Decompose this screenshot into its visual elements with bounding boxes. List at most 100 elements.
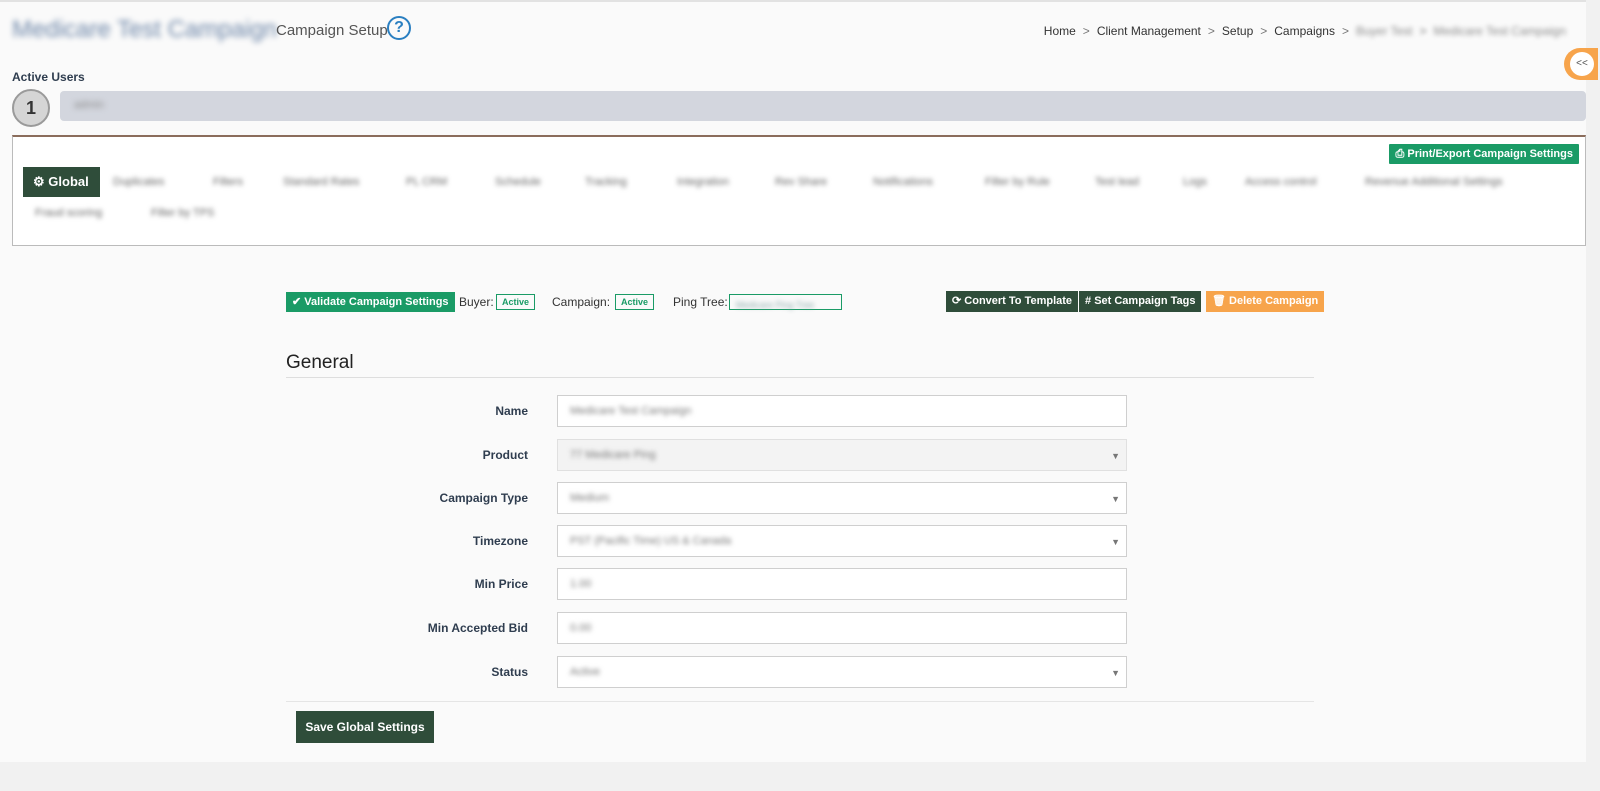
tab-filters[interactable]: Filters [213,167,243,197]
print-icon: ⎙ [1395,148,1405,160]
breadcrumb-home[interactable]: Home [1044,24,1076,38]
delete-campaign-button[interactable]: 🗑 Delete Campaign [1206,291,1325,312]
product-value: 77 Medicare Ping [570,449,656,461]
tab-label: Tracking [585,176,627,188]
status-value: Active [570,666,600,678]
trash-icon: 🗑 [1212,295,1226,307]
chevron-down-icon: ▼ [1111,451,1120,461]
check-icon: ✔ [292,296,302,308]
campaign-type-select[interactable]: Medium ▼ [557,482,1127,514]
tab-label: Revenue Additional Settings [1365,176,1503,188]
ping-tree-value: Medicare Ping Tree [736,300,815,310]
min-accepted-bid-label: Min Accepted Bid [427,621,528,635]
tab-logs[interactable]: Logs [1183,167,1207,197]
campaign-title: Medicare Test Campaign [12,16,278,43]
active-user-name: admin [74,99,104,111]
name-input[interactable]: Medicare Test Campaign [557,395,1127,427]
tab-label: Standard Rates [283,176,360,188]
status-select[interactable]: Active ▼ [557,656,1127,688]
breadcrumb-setup[interactable]: Setup [1222,24,1253,38]
set-campaign-tags-button[interactable]: # Set Campaign Tags [1079,291,1202,312]
min-accepted-bid-value: 0.00 [570,622,592,634]
tab-label: Filters [213,176,243,188]
convert-to-template-button[interactable]: ⟳ Convert To Template [946,291,1079,312]
campaign-tabs-panel: ⎙ Print/Export Campaign Settings ⚙ Globa… [12,135,1586,246]
breadcrumb-campaigns[interactable]: Campaigns [1274,24,1335,38]
collapse-icon: << [1570,52,1594,76]
tab-label: Schedule [495,176,541,188]
validate-campaign-button[interactable]: ✔ Validate Campaign Settings [286,292,455,312]
name-value: Medicare Test Campaign [570,405,692,417]
tab-label: Logs [1183,176,1207,188]
tab-label: Notifications [873,176,933,188]
tab-label: Fraud scoring [35,207,103,219]
campaign-status-badge: Active [615,294,655,310]
tab-integration[interactable]: Integration [677,167,729,197]
delete-label: Delete Campaign [1229,295,1319,307]
chevron-down-icon: ▼ [1111,537,1120,547]
timezone-select[interactable]: PST (Pacific Time) US & Canada ▼ [557,525,1127,557]
section-title-general: General [286,352,354,373]
status-label: Status [491,665,528,679]
campaign-type-label: Campaign Type [439,491,528,505]
min-price-value: 1.00 [570,578,592,590]
breadcrumb-buyer[interactable]: Buyer Test [1356,24,1412,38]
tab-standard-rates[interactable]: Standard Rates [283,167,359,197]
tab-access-control[interactable]: Access control [1245,167,1317,197]
active-users-count: 1 [12,89,50,127]
breadcrumb-separator: > [1419,24,1427,38]
tab-global-label: Global [48,174,89,189]
tab-label: Filter by TPS [151,207,215,219]
tab-tracking[interactable]: Tracking [585,167,627,197]
page: Medicare Test Campaign Campaign Setup ? … [0,0,1586,791]
campaign-type-value: Medium [570,492,610,504]
product-select: 77 Medicare Ping ▼ [557,439,1127,471]
timezone-value: PST (Pacific Time) US & Canada [570,535,732,547]
breadcrumb-separator: > [1082,24,1090,38]
ping-tree-badge[interactable]: Medicare Ping Tree [729,294,842,310]
breadcrumb-separator: > [1260,24,1268,38]
tab-global[interactable]: ⚙ Global [23,167,100,197]
product-label: Product [482,448,528,462]
min-price-label: Min Price [474,577,528,591]
breadcrumb-campaign: Medicare Test Campaign [1433,24,1566,38]
gears-icon: ⚙ [33,174,45,189]
buyer-label: Buyer: [459,295,494,309]
tab-label: Access control [1245,176,1317,188]
save-global-settings-button[interactable]: Save Global Settings [296,711,434,743]
section-divider [286,377,1314,378]
tab-filter-by-rule[interactable]: Filter by Rule [985,167,1050,197]
question-circle-icon[interactable]: ? [387,16,411,40]
breadcrumb-separator: > [1207,24,1215,38]
tab-filter-by-tps[interactable]: Filter by TPS [151,198,214,228]
tab-pl-crm[interactable]: PL CRM [406,167,447,197]
page-subtitle: Campaign Setup [276,22,388,39]
breadcrumb-separator: > [1341,24,1349,38]
min-price-input[interactable]: 1.00 [557,568,1127,600]
breadcrumb-client-management[interactable]: Client Management [1097,24,1201,38]
tab-label: Test lead [1095,176,1140,188]
tags-label: Set Campaign Tags [1094,295,1196,307]
validate-label: Validate Campaign Settings [304,296,449,308]
hash-icon: # [1085,295,1092,307]
active-users-label: Active Users [12,70,85,84]
print-export-button[interactable]: ⎙ Print/Export Campaign Settings [1389,144,1579,164]
tab-duplicates[interactable]: Duplicates [113,167,164,197]
buyer-status-badge: Active [496,294,536,310]
tab-label: PL CRM [406,176,448,188]
tab-revenue-additional-settings[interactable]: Revenue Additional Settings [1365,167,1503,197]
sidebar-toggle-button[interactable]: << [1564,48,1598,80]
convert-label: Convert To Template [964,295,1073,307]
print-export-label: Print/Export Campaign Settings [1407,148,1573,160]
name-label: Name [495,404,528,418]
campaign-label: Campaign: [552,295,611,309]
min-accepted-bid-input[interactable]: 0.00 [557,612,1127,644]
tab-schedule[interactable]: Schedule [495,167,541,197]
ping-tree-label: Ping Tree: [673,295,728,309]
tab-notifications[interactable]: Notifications [873,167,933,197]
tab-fraud-scoring[interactable]: Fraud scoring [35,198,102,228]
tab-rev-share[interactable]: Rev Share [775,167,827,197]
tab-label: Rev Share [775,176,827,188]
tab-label: Filter by Rule [985,176,1050,188]
tab-test-lead[interactable]: Test lead [1095,167,1139,197]
